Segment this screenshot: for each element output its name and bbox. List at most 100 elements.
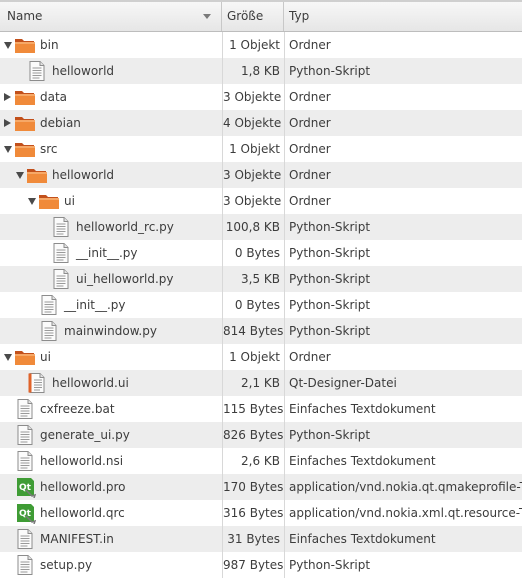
item-type-label: Ordner <box>284 344 522 370</box>
item-name-label: cxfreeze.bat <box>40 402 115 416</box>
item-type-label: Ordner <box>284 162 522 188</box>
item-type-label: Qt-Designer-Datei <box>284 370 522 396</box>
name-cell: src <box>0 136 222 162</box>
text-file-icon <box>14 528 36 550</box>
item-name-label: helloworld.nsi <box>40 454 124 468</box>
item-type-label: Python-Skript <box>284 266 522 292</box>
item-name-label: setup.py <box>40 558 93 572</box>
item-name-label: MANIFEST.in <box>40 532 114 546</box>
sort-descending-icon <box>203 14 211 19</box>
item-type-label: Einfaches Textdokument <box>284 448 522 474</box>
text-file-icon <box>14 554 36 576</box>
expander-open-icon[interactable] <box>4 146 12 153</box>
expander-open-icon[interactable] <box>16 172 24 179</box>
name-cell: helloworld <box>0 162 222 188</box>
item-name-label: ui <box>64 194 75 208</box>
item-type-label: Ordner <box>284 188 522 214</box>
folder-row[interactable]: data 3 Objekte Ordner <box>0 84 522 110</box>
text-file-icon <box>50 268 72 290</box>
expander-open-icon[interactable] <box>28 198 36 205</box>
file-row[interactable]: mainwindow.py 814 Bytes Python-Skript <box>0 318 522 344</box>
expander-closed-icon[interactable] <box>4 119 11 127</box>
item-size-label: 2,1 KB <box>222 370 284 396</box>
item-name-label: debian <box>40 116 81 130</box>
name-cell: __init__.py <box>0 240 222 266</box>
folder-row[interactable]: debian 4 Objekte Ordner <box>0 110 522 136</box>
file-row[interactable]: helloworld_rc.py 100,8 KB Python-Skript <box>0 214 522 240</box>
name-cell: cxfreeze.bat <box>0 396 222 422</box>
item-type-label: Python-Skript <box>284 318 522 344</box>
item-name-label: helloworld_rc.py <box>76 220 174 234</box>
item-type-label: Python-Skript <box>284 422 522 448</box>
item-size-label: 814 Bytes <box>222 318 284 344</box>
item-size-label: 115 Bytes <box>222 396 284 422</box>
name-cell: Qt helloworld.qrc <box>0 500 222 526</box>
name-cell: ui <box>0 344 222 370</box>
expander-open-icon[interactable] <box>4 354 12 361</box>
folder-row[interactable]: helloworld 3 Objekte Ordner <box>0 162 522 188</box>
file-row[interactable]: cxfreeze.bat 115 Bytes Einfaches Textdokum… <box>0 396 522 422</box>
file-row[interactable]: Qt helloworld.qrc 316 Bytes application/vnd… <box>0 500 522 526</box>
item-name-label: src <box>40 142 58 156</box>
folder-row[interactable]: ui 1 Objekt Ordner <box>0 344 522 370</box>
name-cell: helloworld <box>0 58 222 84</box>
file-row[interactable]: MANIFEST.in 31 Bytes Einfaches Textdokumen… <box>0 526 522 552</box>
item-size-label: 100,8 KB <box>222 214 284 240</box>
item-name-label: generate_ui.py <box>40 428 130 442</box>
designer-file-icon <box>26 372 48 394</box>
item-type-label: Einfaches Textdokument <box>284 526 522 552</box>
file-row[interactable]: setup.py 987 Bytes Python-Skript <box>0 552 522 578</box>
folder-row[interactable]: bin 1 Objekt Ordner <box>0 32 522 58</box>
column-header-type[interactable]: Typ <box>284 2 522 31</box>
item-name-label: __init__.py <box>64 298 126 312</box>
column-header-name[interactable]: Name <box>0 2 222 31</box>
item-size-label: 3 Objekte <box>222 188 284 214</box>
item-type-label: Einfaches Textdokument <box>284 396 522 422</box>
item-name-label: helloworld.qrc <box>40 506 125 520</box>
name-cell: generate_ui.py <box>0 422 222 448</box>
expander-open-icon[interactable] <box>4 42 12 49</box>
name-cell: setup.py <box>0 552 222 578</box>
item-size-label: 3,5 KB <box>222 266 284 292</box>
file-row[interactable]: helloworld.ui 2,1 KB Qt-Designer-Datei <box>0 370 522 396</box>
item-type-label: Python-Skript <box>284 552 522 578</box>
name-cell: mainwindow.py <box>0 318 222 344</box>
text-file-icon <box>38 294 60 316</box>
folder-row[interactable]: ui 3 Objekte Ordner <box>0 188 522 214</box>
item-name-label: helloworld <box>52 168 115 182</box>
folder-icon <box>26 164 48 186</box>
folder-icon <box>14 346 36 368</box>
folder-icon <box>14 86 36 108</box>
column-header-size[interactable]: Größe <box>222 2 284 31</box>
item-type-label: Python-Skript <box>284 214 522 240</box>
name-cell: bin <box>0 32 222 58</box>
name-cell: MANIFEST.in <box>0 526 222 552</box>
name-cell: Qt helloworld.pro <box>0 474 222 500</box>
file-row[interactable]: generate_ui.py 826 Bytes Python-Skript <box>0 422 522 448</box>
expander-closed-icon[interactable] <box>4 93 11 101</box>
file-row[interactable]: helloworld.nsi 2,6 KB Einfaches Textdokume… <box>0 448 522 474</box>
folder-icon <box>14 34 36 56</box>
svg-text:Qt: Qt <box>19 509 32 519</box>
item-size-label: 316 Bytes <box>222 500 284 526</box>
qt-file-icon: Qt <box>14 502 37 525</box>
item-size-label: 1 Objekt <box>222 136 284 162</box>
name-cell: ui_helloworld.py <box>0 266 222 292</box>
name-cell: helloworld_rc.py <box>0 214 222 240</box>
name-cell: helloworld.nsi <box>0 448 222 474</box>
file-row[interactable]: Qt helloworld.pro 170 Bytes application/vnd… <box>0 474 522 500</box>
item-type-label: application/vnd.nokia.qt.qmakeprofile-Ty… <box>284 474 522 500</box>
file-row[interactable]: helloworld 1,8 KB Python-Skript <box>0 58 522 84</box>
file-row[interactable]: __init__.py 0 Bytes Python-Skript <box>0 240 522 266</box>
item-name-label: helloworld.ui <box>52 376 129 390</box>
file-row[interactable]: ui_helloworld.py 3,5 KB Python-Skript <box>0 266 522 292</box>
file-row[interactable]: __init__.py 0 Bytes Python-Skript <box>0 292 522 318</box>
column-header-bar: Name Größe Typ <box>0 2 522 32</box>
item-name-label: ui <box>40 350 51 364</box>
item-size-label: 31 Bytes <box>222 526 284 552</box>
folder-row[interactable]: src 1 Objekt Ordner <box>0 136 522 162</box>
item-type-label: Ordner <box>284 110 522 136</box>
text-file-icon <box>50 216 72 238</box>
item-size-label: 0 Bytes <box>222 240 284 266</box>
item-size-label: 1 Objekt <box>222 344 284 370</box>
